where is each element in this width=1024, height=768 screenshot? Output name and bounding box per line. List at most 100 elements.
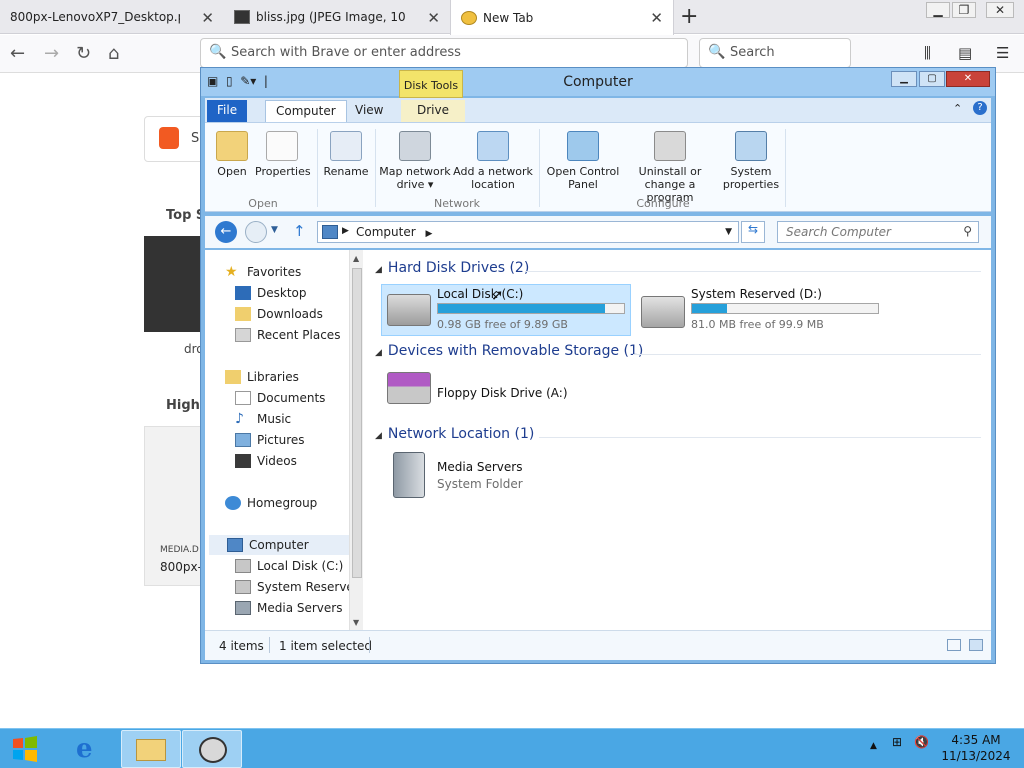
top-site-tile[interactable] [144, 236, 202, 332]
window-title: Computer [563, 74, 633, 90]
nav-desktop[interactable]: Desktop [235, 283, 307, 303]
nav-computer[interactable]: Computer [209, 535, 349, 555]
back-arrow-icon[interactable]: ← [10, 43, 25, 64]
collapse-triangle-icon[interactable]: ◢ [375, 431, 382, 441]
close-window-icon[interactable]: ✕ [986, 2, 1014, 18]
tab-computer[interactable]: Computer [265, 100, 347, 122]
scroll-up-icon[interactable]: ▲ [353, 254, 359, 263]
scrollbar-thumb[interactable] [352, 268, 362, 578]
minimize-icon[interactable]: ▁ [926, 2, 950, 18]
file-explorer-folder-icon [136, 739, 166, 761]
tab-bliss[interactable]: bliss.jpg (JPEG Image, 1024 × 7 ✕ [224, 0, 450, 34]
breadcrumb-chevron-icon[interactable]: ▶ [342, 226, 349, 236]
url-bar[interactable]: 🔍 Search with Brave or enter address [200, 38, 688, 68]
rename-button[interactable]: Rename [323, 131, 369, 178]
explorer-titlebar[interactable]: ▣ ▯ ✎▾ | Computer ▁ ▢ ✕ [201, 68, 995, 96]
system-properties-button[interactable]: System properties [721, 131, 781, 191]
scroll-down-icon[interactable]: ▼ [353, 618, 359, 627]
page-search-card[interactable]: S [144, 116, 204, 162]
group-label-open: Open [248, 197, 278, 210]
open-button[interactable]: Open [215, 131, 249, 178]
breadcrumb-computer[interactable]: Computer [356, 225, 416, 239]
restore-icon[interactable]: ❐ [952, 2, 976, 18]
maximize-icon[interactable]: ▢ [919, 71, 945, 87]
nav-documents[interactable]: Documents [235, 388, 325, 408]
address-dropdown-icon[interactable]: ▼ [725, 227, 732, 237]
floppy-drive-icon [387, 372, 431, 404]
nav-local-disk[interactable]: Local Disk (C:) [235, 556, 343, 576]
web-search-box[interactable]: 🔍 Search [699, 38, 851, 68]
ribbon-separator [317, 129, 318, 207]
nav-homegroup[interactable]: Homegroup [225, 493, 317, 513]
recent-places-icon [235, 328, 251, 342]
ribbon-collapse-icon[interactable]: ⌃ [953, 102, 962, 115]
system-clock[interactable]: 4:35 AM 11/13/2024 [938, 732, 1014, 764]
help-icon[interactable]: ? [973, 101, 987, 115]
home-icon[interactable]: ⌂ [108, 43, 119, 64]
tab-drive[interactable]: Drive [401, 100, 465, 122]
forward-arrow-icon[interactable]: → [44, 43, 59, 64]
collapse-triangle-icon[interactable]: ◢ [375, 348, 382, 358]
desktop-icon [235, 286, 251, 300]
taskbar-browser[interactable] [182, 730, 242, 768]
network-location-icon [477, 131, 509, 161]
address-bar[interactable]: ▶ Computer ▶ ▼ [317, 221, 739, 243]
tab-new-tab[interactable]: New Tab ✕ [450, 0, 674, 35]
open-control-panel-button[interactable]: Open Control Panel [545, 131, 621, 191]
nav-music[interactable]: ♪ Music [235, 409, 291, 429]
section-network-location[interactable]: ◢ Network Location (1) [375, 426, 534, 442]
close-tab-icon[interactable]: ✕ [427, 9, 440, 27]
library-icon[interactable]: ⫼ [924, 44, 931, 62]
menu-icon[interactable]: ☰ [996, 44, 1009, 62]
recent-locations-chevron-icon[interactable]: ▼ [271, 225, 278, 235]
taskbar-internet-explorer[interactable]: e [60, 730, 120, 768]
back-arrow-icon[interactable]: ← [215, 221, 237, 243]
sidebar-icon[interactable]: ▤ [958, 44, 972, 62]
uninstall-program-button[interactable]: Uninstall or change a program [621, 131, 719, 204]
nav-favorites[interactable]: ★ Favorites [225, 262, 301, 282]
close-tab-icon[interactable]: ✕ [201, 9, 214, 27]
forward-arrow-icon[interactable] [245, 221, 267, 243]
tab-view[interactable]: View [345, 100, 393, 122]
tray-expand-icon[interactable]: ▲ [870, 741, 877, 751]
section-removable-storage[interactable]: ◢ Devices with Removable Storage (1) [375, 343, 643, 359]
nav-downloads[interactable]: Downloads [235, 304, 323, 324]
drive-usage-fill [438, 304, 606, 313]
highlights-heading: Highl [166, 398, 205, 413]
section-divider [525, 271, 981, 272]
details-view-icon[interactable] [947, 639, 961, 651]
nav-pane-scrollbar[interactable]: ▲ ▼ [349, 250, 363, 630]
tab-file[interactable]: File [207, 100, 248, 122]
section-hard-disk-drives[interactable]: ◢ Hard Disk Drives (2) [375, 260, 529, 276]
nav-media-servers[interactable]: Media Servers [235, 598, 342, 618]
drive-free-space: 0.98 GB free of 9.89 GB [437, 318, 568, 331]
tab-lenovo-desktop[interactable]: 800px-LenovoXP7_Desktop.png (W ✕ [0, 0, 224, 34]
nav-libraries[interactable]: Libraries [225, 367, 299, 387]
breadcrumb-chevron-icon[interactable]: ▶ [425, 229, 432, 239]
nav-system-reserved[interactable]: System Reserved [235, 577, 361, 597]
collapse-triangle-icon[interactable]: ◢ [375, 265, 382, 275]
pictures-icon [235, 433, 251, 447]
nav-pictures[interactable]: Pictures [235, 430, 305, 450]
new-tab-plus-icon[interactable]: + [680, 4, 698, 29]
network-tray-icon[interactable]: ⊞ [892, 735, 902, 749]
reload-icon[interactable]: ↻ [76, 43, 91, 64]
up-arrow-icon[interactable]: ↑ [293, 222, 306, 240]
search-computer-input[interactable]: Search Computer ⚲ [777, 221, 979, 243]
minimize-icon[interactable]: ▁ [891, 71, 917, 87]
nav-videos[interactable]: Videos [235, 451, 297, 471]
map-network-drive-button[interactable]: Map network drive ▾ [379, 131, 451, 191]
taskbar-file-explorer[interactable] [121, 730, 181, 768]
volume-muted-icon[interactable]: 🔇 [914, 735, 929, 749]
close-tab-icon[interactable]: ✕ [650, 9, 663, 27]
refresh-button[interactable]: ⇆ [741, 221, 765, 243]
properties-button[interactable]: Properties [255, 131, 311, 178]
large-icons-view-icon[interactable] [969, 639, 983, 651]
highlight-card[interactable]: MEDIA.D 800px- [144, 426, 202, 586]
start-windows-icon[interactable] [10, 735, 40, 763]
nav-recent-places[interactable]: Recent Places [235, 325, 340, 345]
network-drive-icon [399, 131, 431, 161]
close-icon[interactable]: ✕ [946, 71, 990, 87]
add-network-location-button[interactable]: Add a network location [453, 131, 533, 191]
drive-usage-fill [692, 304, 728, 313]
